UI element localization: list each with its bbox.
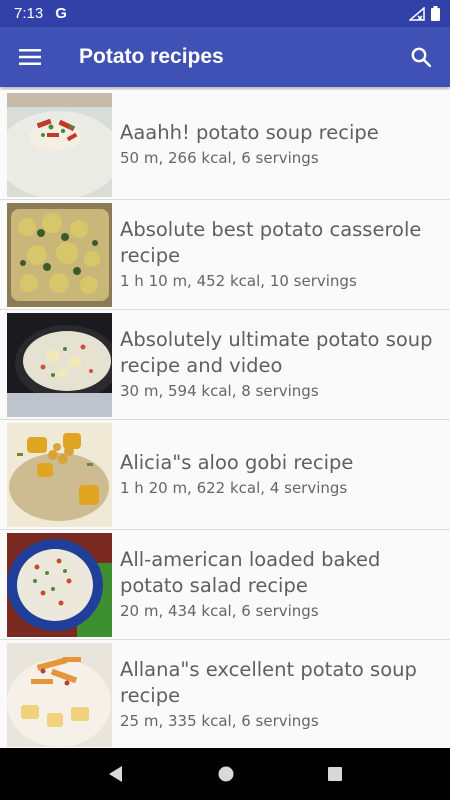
recipe-title: Absolutely ultimate potato soup recipe a… — [120, 327, 433, 377]
recipe-thumbnail — [7, 203, 112, 307]
recipe-title: Alicia"s aloo gobi recipe — [120, 450, 354, 474]
home-circle-icon[interactable] — [217, 765, 235, 783]
recipe-list[interactable]: Aaahh! potato soup recipe 50 m, 266 kcal… — [0, 90, 450, 748]
app-bar: Potato recipes — [0, 27, 450, 87]
list-item[interactable]: Allana"s excellent potato soup recipe 25… — [0, 640, 450, 748]
recipe-meta: 1 h 20 m, 622 kcal, 4 servings — [120, 478, 348, 497]
recipe-meta: 20 m, 434 kcal, 6 servings — [120, 601, 319, 620]
recipe-title: Allana"s excellent potato soup recipe — [120, 657, 417, 707]
list-item[interactable]: Aaahh! potato soup recipe 50 m, 266 kcal… — [0, 90, 450, 200]
hamburger-menu-icon — [19, 49, 41, 65]
back-triangle-icon[interactable] — [107, 765, 125, 783]
search-icon — [411, 47, 431, 67]
recipe-text: Aaahh! potato soup recipe 50 m, 266 kcal… — [112, 90, 389, 199]
list-item[interactable]: Alicia"s aloo gobi recipe 1 h 20 m, 622 … — [0, 420, 450, 530]
recipe-text: Absolute best potato casserole recipe 1 … — [112, 200, 450, 309]
recipe-text: Absolutely ultimate potato soup recipe a… — [112, 310, 450, 419]
signal-icon — [409, 6, 425, 21]
recipe-meta: 50 m, 266 kcal, 6 servings — [120, 148, 319, 167]
page-title: Potato recipes — [79, 45, 224, 68]
list-item[interactable]: Absolute best potato casserole recipe 1 … — [0, 200, 450, 310]
status-bar: 7:13 G — [0, 0, 450, 27]
recipe-title: Absolute best potato casserole recipe — [120, 217, 422, 267]
recipe-meta: 30 m, 594 kcal, 8 servings — [120, 381, 319, 400]
recipe-title: Aaahh! potato soup recipe — [120, 120, 379, 144]
recipe-text: Alicia"s aloo gobi recipe 1 h 20 m, 622 … — [112, 420, 363, 529]
recipe-meta: 1 h 10 m, 452 kcal, 10 servings — [120, 271, 357, 290]
list-item[interactable]: Absolutely ultimate potato soup recipe a… — [0, 310, 450, 420]
recipe-title: All-american loaded baked potato salad r… — [120, 547, 381, 597]
battery-icon — [431, 6, 440, 21]
recipe-text: Allana"s excellent potato soup recipe 25… — [112, 640, 450, 748]
recipe-thumbnail — [7, 533, 112, 637]
google-g-icon: G — [55, 5, 67, 22]
recipe-thumbnail — [7, 643, 112, 747]
status-icons — [409, 6, 440, 21]
recipe-text: All-american loaded baked potato salad r… — [112, 530, 450, 639]
recipe-thumbnail — [7, 423, 112, 527]
recipe-thumbnail — [7, 313, 112, 417]
recents-square-icon[interactable] — [327, 766, 343, 782]
recipe-thumbnail — [7, 93, 112, 197]
list-item[interactable]: All-american loaded baked potato salad r… — [0, 530, 450, 640]
recipe-meta: 25 m, 335 kcal, 6 servings — [120, 711, 319, 730]
search-button[interactable] — [392, 27, 450, 87]
menu-button[interactable] — [0, 27, 60, 87]
system-nav-bar — [0, 748, 450, 800]
status-time: 7:13 — [14, 5, 44, 22]
